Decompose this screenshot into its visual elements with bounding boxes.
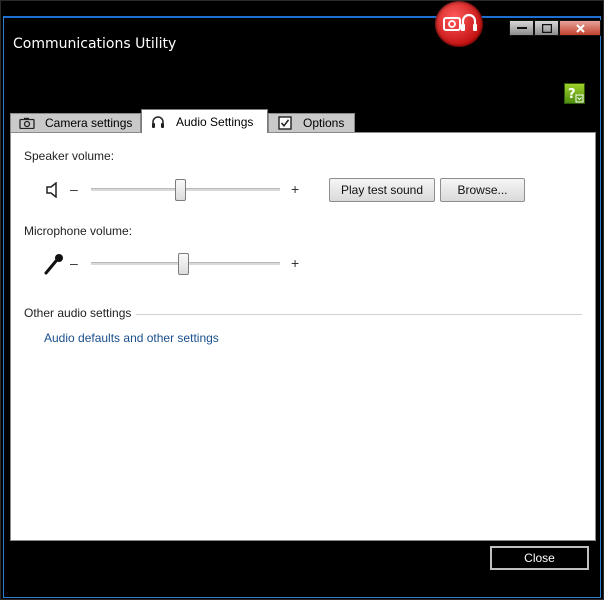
app-window: Communications Utility ? Camera settings… <box>0 0 604 600</box>
browse-button[interactable]: Browse... <box>440 178 525 202</box>
window-close-button[interactable] <box>559 20 601 36</box>
play-test-sound-button[interactable]: Play test sound <box>329 178 435 202</box>
help-button[interactable]: ? <box>564 83 585 104</box>
minimize-button[interactable] <box>509 20 534 36</box>
tab-audio-settings[interactable]: Audio Settings <box>141 109 268 133</box>
svg-text:?: ? <box>568 87 576 102</box>
speaker-volume-label: Speaker volume: <box>24 149 115 163</box>
other-audio-settings-heading: Other audio settings <box>24 306 132 320</box>
tab-label: Camera settings <box>45 116 133 130</box>
camera-icon <box>19 116 35 130</box>
speaker-volume-slider[interactable] <box>91 179 280 201</box>
tab-label: Options <box>303 116 345 130</box>
microphone-volume-label: Microphone volume: <box>24 224 133 238</box>
slider-thumb[interactable] <box>178 253 189 275</box>
microphone-icon <box>44 253 64 279</box>
tab-options[interactable]: Options <box>268 113 355 132</box>
audio-settings-panel: Speaker volume: – + Play test sound Brow… <box>10 132 596 541</box>
maximize-button[interactable] <box>534 20 559 36</box>
close-button[interactable]: Close <box>490 546 589 570</box>
window-title: Communications Utility <box>13 36 177 52</box>
speaker-volume-plus: + <box>291 181 300 197</box>
slider-thumb[interactable] <box>175 179 186 201</box>
minimize-icon <box>516 27 527 29</box>
section-divider <box>136 314 582 315</box>
microphone-volume-plus: + <box>291 255 300 271</box>
app-logo-icon <box>435 1 483 47</box>
audio-defaults-link[interactable]: Audio defaults and other settings <box>44 331 219 345</box>
tab-camera-settings[interactable]: Camera settings <box>10 113 141 132</box>
checkbox-icon <box>277 116 293 130</box>
speaker-icon <box>45 181 61 202</box>
speaker-volume-minus: – <box>70 181 78 197</box>
help-icon: ? <box>568 87 584 103</box>
microphone-volume-slider[interactable] <box>91 253 280 275</box>
window-controls <box>509 20 601 38</box>
headset-icon <box>150 115 166 129</box>
maximize-icon <box>541 23 552 33</box>
microphone-volume-minus: – <box>70 255 78 271</box>
tab-label: Audio Settings <box>176 114 254 129</box>
close-icon <box>575 23 585 33</box>
